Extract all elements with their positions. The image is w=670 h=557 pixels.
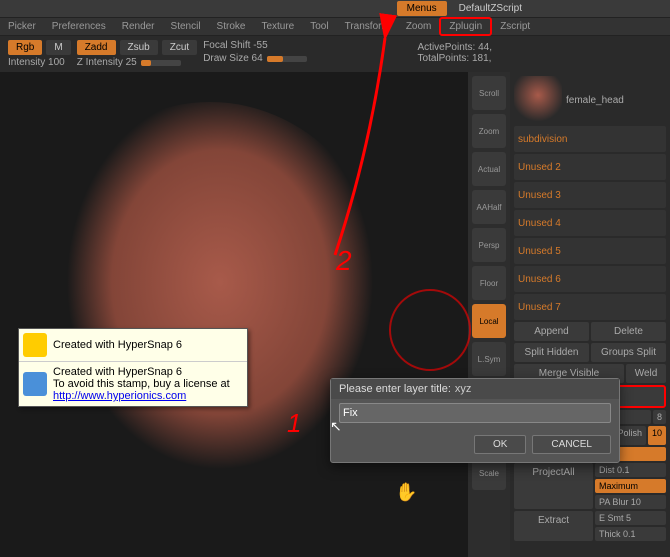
local-button[interactable]: Local xyxy=(472,304,506,338)
zsub-button[interactable]: Zsub xyxy=(120,40,158,55)
menu-picker[interactable]: Picker xyxy=(0,19,44,34)
menubar: Picker Preferences Render Stencil Stroke… xyxy=(0,18,670,36)
rgb-button[interactable]: Rgb xyxy=(8,40,42,55)
m-button[interactable]: M xyxy=(46,40,70,55)
cancel-button[interactable]: CANCEL xyxy=(532,435,611,454)
subtool-unused[interactable]: Unused 7 xyxy=(514,294,666,320)
viewport-sidebar: Scroll Zoom Actual AAHalf Persp Floor Lo… xyxy=(468,72,510,557)
menu-tool[interactable]: Tool xyxy=(302,19,336,34)
groups-split-button[interactable]: Groups Split xyxy=(591,343,666,362)
zadd-button[interactable]: Zadd xyxy=(77,40,116,55)
ok-button[interactable]: OK xyxy=(474,435,526,454)
aahalf-button[interactable]: AAHalf xyxy=(472,190,506,224)
main-area: Scroll Zoom Actual AAHalf Persp Floor Lo… xyxy=(0,72,670,557)
intensity-slider[interactable]: Intensity 100 xyxy=(8,57,71,68)
subtool-unused[interactable]: Unused 3 xyxy=(514,182,666,208)
split-hidden-button[interactable]: Split Hidden xyxy=(514,343,589,362)
zcut-button[interactable]: Zcut xyxy=(162,40,197,55)
subtool-subdivision[interactable]: subdivision xyxy=(514,126,666,152)
weld-button[interactable]: Weld xyxy=(626,364,666,383)
menu-stencil[interactable]: Stencil xyxy=(163,19,209,34)
controls-row: Rgb M Intensity 100 Zadd Zsub Zcut Z Int… xyxy=(0,36,670,72)
menu-zoom[interactable]: Zoom xyxy=(398,19,440,34)
lsym-button[interactable]: L.Sym xyxy=(472,342,506,376)
thick-value[interactable]: Thick 0.1 xyxy=(595,527,666,541)
persp-button[interactable]: Persp xyxy=(472,228,506,262)
arrow-cursor-icon: ↖ xyxy=(330,418,342,435)
subtool-unused[interactable]: Unused 2 xyxy=(514,154,666,180)
menu-texture[interactable]: Texture xyxy=(253,19,302,34)
menu-stroke[interactable]: Stroke xyxy=(209,19,254,34)
draw-size-slider[interactable]: Draw Size 64 xyxy=(203,53,306,64)
menu-zplugin[interactable]: Zplugin xyxy=(439,17,492,36)
zoom-button[interactable]: Zoom xyxy=(472,114,506,148)
subtool-unused[interactable]: Unused 4 xyxy=(514,210,666,236)
maximum-button[interactable]: Maximum xyxy=(595,479,666,493)
menu-preferences[interactable]: Preferences xyxy=(44,19,114,34)
tool-name: female_head xyxy=(566,95,624,106)
menus-button[interactable]: Menus xyxy=(397,1,447,16)
hyperionics-link[interactable]: http://www.hyperionics.com xyxy=(53,390,186,402)
menu-transform[interactable]: Transform xyxy=(337,19,398,34)
default-zscript[interactable]: DefaultZScript xyxy=(451,1,530,16)
hypersnap-icon xyxy=(23,333,47,357)
titlebar: Menus DefaultZScript xyxy=(0,0,670,18)
dialog-title: Please enter layer title:xyz xyxy=(331,379,619,399)
extract-button[interactable]: Extract xyxy=(514,511,593,541)
floor-button[interactable]: Floor xyxy=(472,266,506,300)
res-value: 8 xyxy=(653,410,666,424)
polish-value[interactable]: 10 xyxy=(648,426,666,445)
menu-zscript[interactable]: Zscript xyxy=(492,19,538,34)
append-button[interactable]: Append xyxy=(514,322,589,341)
z-intensity-slider[interactable]: Z Intensity 25 xyxy=(77,57,197,68)
hypersnap-stamp: Created with HyperSnap 6 Created with Hy… xyxy=(18,328,248,407)
menu-render[interactable]: Render xyxy=(114,19,163,34)
pa-blur-value[interactable]: PA Blur 10 xyxy=(595,495,666,509)
scroll-button[interactable]: Scroll xyxy=(472,76,506,110)
subtool-unused[interactable]: Unused 5 xyxy=(514,238,666,264)
hand-cursor-icon: ✋ xyxy=(395,482,417,503)
projectall-button[interactable]: ProjectAll xyxy=(514,463,593,509)
esmt-value[interactable]: E Smt 5 xyxy=(595,511,666,525)
right-panel: female_head subdivision Unused 2 Unused … xyxy=(510,72,670,557)
camera-icon xyxy=(23,372,47,396)
actual-button[interactable]: Actual xyxy=(472,152,506,186)
tool-thumbnail[interactable] xyxy=(514,76,562,124)
point-info: ActivePoints: 44, TotalPoints: 181, xyxy=(410,40,500,66)
focal-shift-slider[interactable]: Focal Shift -55 xyxy=(203,40,306,51)
subtool-unused[interactable]: Unused 6 xyxy=(514,266,666,292)
head-model xyxy=(20,102,400,542)
rename-dialog: Please enter layer title:xyz OK CANCEL xyxy=(330,378,620,463)
delete-button[interactable]: Delete xyxy=(591,322,666,341)
layer-title-input[interactable] xyxy=(339,403,611,423)
dist-value[interactable]: Dist 0.1 xyxy=(595,463,666,477)
